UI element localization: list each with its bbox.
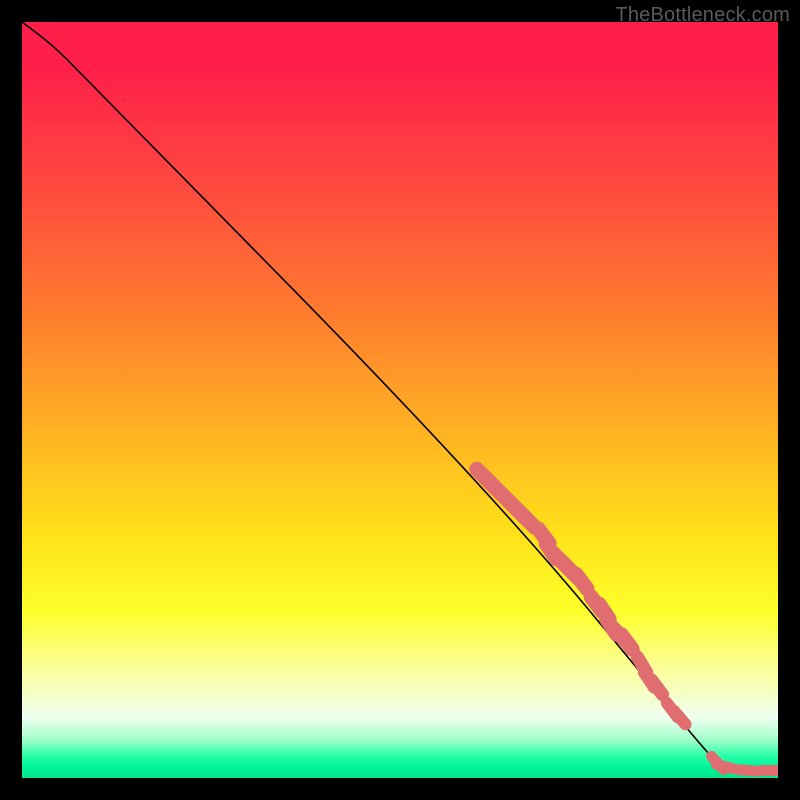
chart-overlay xyxy=(22,22,778,778)
marker xyxy=(621,635,632,649)
markers xyxy=(477,469,778,771)
marker xyxy=(576,574,587,588)
curve xyxy=(22,22,778,770)
chart-stage: TheBottleneck.com xyxy=(0,0,800,800)
marker xyxy=(652,680,663,694)
marker xyxy=(716,764,733,768)
credit-text: TheBottleneck.com xyxy=(615,4,790,27)
marker xyxy=(739,770,757,771)
plot-area xyxy=(22,22,778,778)
